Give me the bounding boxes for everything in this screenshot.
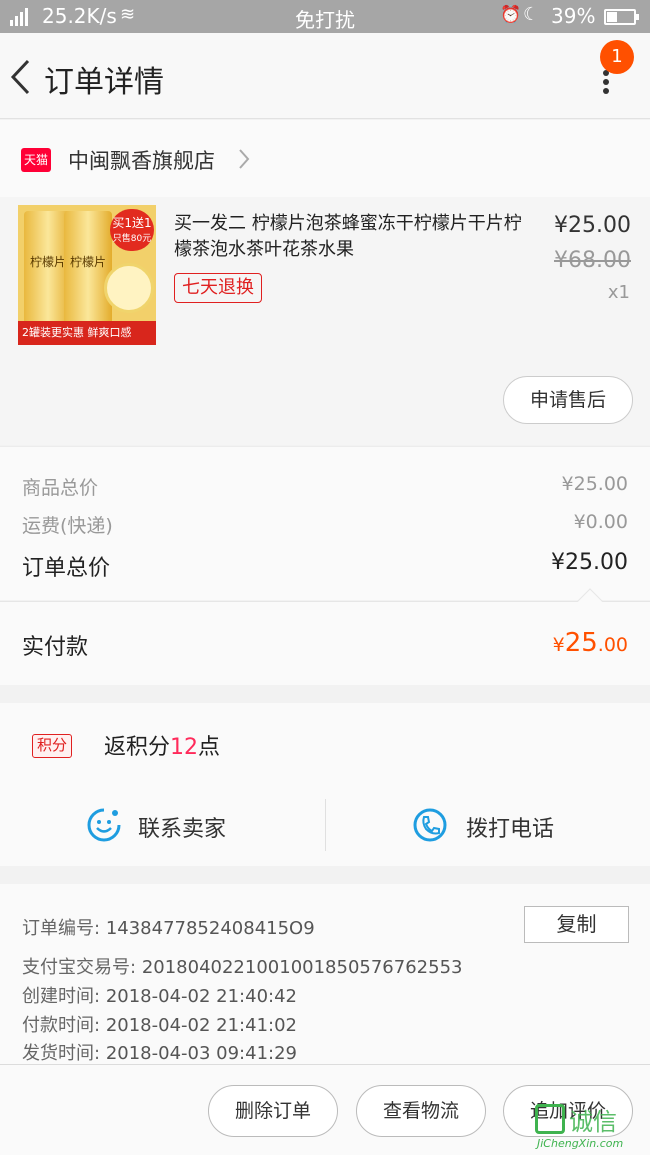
tmall-logo-icon: 天猫 <box>21 148 51 172</box>
amount-paid-value: ¥25.00 <box>552 628 628 658</box>
item-quantity: x1 <box>607 282 630 303</box>
status-bar: 25.2K/s ≋ 免打扰 ⏰ ☾ 39% <box>0 0 650 33</box>
promo-sticker: 买1送1 只售80元 <box>110 209 154 251</box>
battery-icon <box>604 9 639 25</box>
phone-icon <box>413 808 447 842</box>
amount-paid-label: 实付款 <box>22 635 89 660</box>
order-number-row: 订单编号: 1438477852408415O9 <box>22 914 315 940</box>
order-total-label: 订单总价 <box>22 556 111 581</box>
lemon-slice <box>104 263 154 313</box>
return-policy-tag: 七天退换 <box>174 273 262 303</box>
moon-icon: ☾ <box>523 4 540 25</box>
watermark-domain: JiChengXin.com <box>537 1137 624 1150</box>
nav-bar: 订单详情 1 <box>0 33 650 119</box>
product-can: 柠檬片 <box>64 211 112 329</box>
created-time-label: 创建时间: <box>22 986 101 1007</box>
created-time-row: 创建时间: 2018-04-02 21:40:42 <box>22 982 297 1008</box>
chevron-right-icon <box>239 149 250 169</box>
price-summary: 商品总价 ¥25.00 运费(快递) ¥0.00 订单总价 ¥25.00 <box>0 446 650 600</box>
copy-button[interactable]: 复制 <box>524 906 629 943</box>
alipay-number-value: 2018040221001001850576762553 <box>141 957 463 978</box>
points-text: 返积分12点 <box>104 735 221 760</box>
view-logistics-button[interactable]: 查看物流 <box>356 1085 486 1137</box>
contact-bar: 联系卖家 拨打电话 <box>0 781 650 866</box>
promo-strip: 2罐装更实惠 鲜爽口感 <box>18 321 156 345</box>
notification-badge: 1 <box>600 40 634 74</box>
item-price: ¥25.00 <box>554 213 631 238</box>
points-section: 积分 返积分12点 联系卖家 拨打电话 <box>0 703 650 866</box>
order-total-value: ¥25.00 <box>551 550 628 575</box>
amount-paid-row: 实付款 ¥25.00 <box>0 588 650 685</box>
product-title[interactable]: 买一发二 柠檬片泡茶蜂蜜冻干柠檬片干片柠檬茶泡水茶叶花茶水果 <box>174 211 534 263</box>
order-item: 柠檬片 柠檬片 买1送1 只售80元 2罐装更实惠 鲜爽口感 买一发二 柠檬片泡茶… <box>0 197 650 445</box>
created-time-value: 2018-04-02 21:40:42 <box>105 986 297 1007</box>
paid-time-value: 2018-04-02 21:41:02 <box>105 1015 297 1036</box>
call-phone-button[interactable]: 拨打电话 <box>325 799 650 851</box>
goods-total-label: 商品总价 <box>22 477 99 499</box>
alipay-number-label: 支付宝交易号: <box>22 957 137 978</box>
shipped-time-row: 发货时间: 2018-04-03 09:41:29 <box>22 1039 297 1065</box>
call-phone-label: 拨打电话 <box>466 817 555 842</box>
shipping-value: ¥0.00 <box>573 511 628 533</box>
alarm-icon: ⏰ <box>500 5 522 25</box>
delete-order-button[interactable]: 删除订单 <box>208 1085 338 1137</box>
paid-time-label: 付款时间: <box>22 1015 101 1036</box>
after-sale-button[interactable]: 申请售后 <box>503 376 633 424</box>
watermark-logo-icon <box>535 1104 565 1134</box>
battery-percent: 39% <box>551 4 596 28</box>
shop-row[interactable]: 天猫 中闽飘香旗舰店 <box>0 120 650 197</box>
alipay-number-row: 支付宝交易号: 2018040221001001850576762553 <box>22 953 462 979</box>
item-original-price: ¥68.00 <box>554 248 631 273</box>
contact-seller-label: 联系卖家 <box>138 817 227 842</box>
points-tag: 积分 <box>32 734 73 758</box>
shipped-time-label: 发货时间: <box>22 1043 101 1064</box>
site-watermark: 诚信 JiChengXin.com <box>533 1100 650 1155</box>
product-image[interactable]: 柠檬片 柠檬片 买1送1 只售80元 2罐装更实惠 鲜爽口感 <box>18 205 156 345</box>
page-title: 订单详情 <box>44 65 164 100</box>
chat-face-icon <box>87 808 121 842</box>
order-info: 订单编号: 1438477852408415O9 复制 支付宝交易号: 2018… <box>0 884 650 1064</box>
shipping-label: 运费(快递) <box>22 515 113 537</box>
order-number-label: 订单编号: <box>22 918 101 939</box>
paid-time-row: 付款时间: 2018-04-02 21:41:02 <box>22 1011 297 1037</box>
watermark-brand: 诚信 <box>569 1108 617 1136</box>
shop-name[interactable]: 中闽飘香旗舰店 <box>68 145 215 175</box>
back-arrow-icon[interactable] <box>8 57 36 97</box>
goods-total-value: ¥25.00 <box>561 473 628 495</box>
contact-seller-button[interactable]: 联系卖家 <box>0 781 325 866</box>
points-number: 12 <box>170 735 199 760</box>
order-number-value: 1438477852408415O9 <box>105 918 315 939</box>
shipped-time-value: 2018-04-03 09:41:29 <box>105 1043 297 1064</box>
